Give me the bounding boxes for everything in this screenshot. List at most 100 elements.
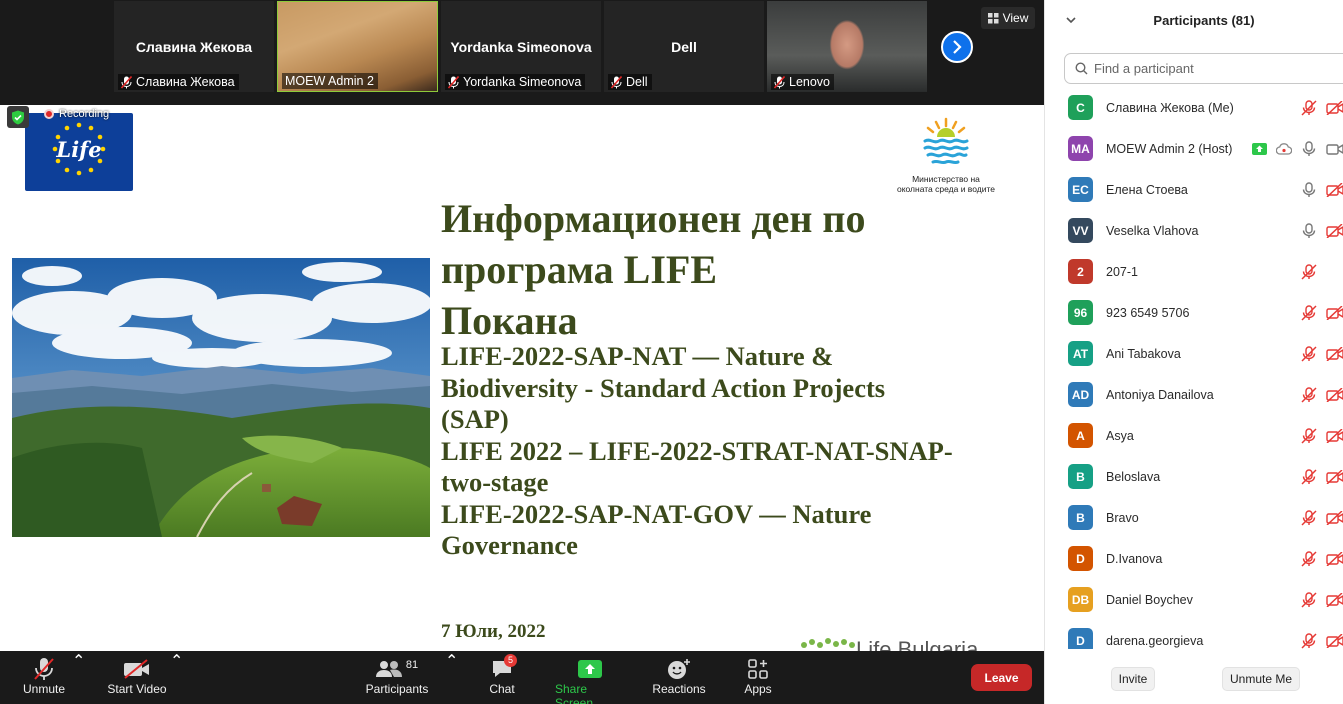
video-tile[interactable]: Славина Жекова Славина Жекова [114, 1, 274, 92]
slide-title-line: програма LIFE [441, 247, 718, 292]
tile-label: Lenovo [771, 74, 835, 90]
participant-row[interactable]: B Bravo [1045, 497, 1343, 538]
ministry-sun-water-icon [923, 117, 969, 165]
mic-muted-icon [1301, 263, 1317, 280]
video-options-caret-icon[interactable]: ⌃ [170, 651, 183, 671]
video-tile-active-speaker[interactable]: MOEW Admin 2 [277, 1, 438, 92]
participant-name: MOEW Admin 2 (Host) [1106, 141, 1233, 156]
video-strip: Славина Жекова Славина Жекова MOEW Admin… [0, 0, 1044, 105]
video-tile[interactable]: Yordanka Simeonova Yordanka Simeonova [441, 1, 601, 92]
video-tile[interactable]: Dell Dell [604, 1, 764, 92]
mic-muted-icon [1301, 427, 1317, 444]
participant-name: D.Ivanova [1106, 551, 1163, 566]
reactions-label: Reactions [652, 682, 706, 696]
recording-dot-icon [44, 109, 54, 119]
apps-button[interactable]: Apps [743, 656, 773, 696]
eu-logo-text: Life [55, 137, 101, 162]
participant-status-icons [1301, 427, 1343, 444]
participants-options-caret-icon[interactable]: ⌃ [445, 651, 458, 671]
unmute-me-button[interactable]: Unmute Me [1222, 667, 1300, 691]
participant-row[interactable]: MA MOEW Admin 2 (Host) [1045, 128, 1343, 169]
participants-label: Participants [365, 682, 429, 696]
participant-row[interactable]: Ddarena.georgieva [1045, 620, 1343, 649]
participant-row[interactable]: A Asya [1045, 415, 1343, 456]
video-off-icon [1326, 223, 1343, 238]
share-screen-label: Share Screen [555, 682, 594, 704]
tile-label-text: Славина Жекова [136, 75, 235, 89]
audio-options-caret-icon[interactable]: ⌃ [72, 651, 85, 671]
participant-search-input[interactable]: Find a participant [1064, 53, 1343, 84]
participant-row[interactable]: VV Veselka Vlahova [1045, 210, 1343, 251]
participant-row[interactable]: 2 207-1 [1045, 251, 1343, 292]
mic-muted-icon [1301, 345, 1317, 362]
invite-button[interactable]: Invite [1111, 667, 1155, 691]
life-bulgaria-logo-text: Life Bulgaria [856, 637, 979, 651]
tile-label: Yordanka Simeonova [445, 74, 586, 90]
participant-row[interactable]: C Славина Жекова (Me) [1045, 87, 1343, 128]
mic-muted-icon [774, 75, 785, 89]
mic-muted-icon [121, 75, 132, 89]
participant-avatar: D [1068, 546, 1093, 571]
participant-avatar: VV [1068, 218, 1093, 243]
video-off-icon [124, 659, 149, 679]
slide-subtitle-line: Biodiversity - Standard Action Projects [441, 372, 886, 403]
mic-muted-icon [1301, 509, 1317, 526]
start-video-button[interactable]: Start Video [107, 656, 167, 696]
mic-icon [1302, 222, 1316, 238]
video-off-icon [1326, 182, 1343, 197]
reactions-button[interactable]: Reactions [652, 656, 706, 696]
unmute-button[interactable]: Unmute [22, 656, 66, 696]
participant-avatar: A [1068, 423, 1093, 448]
participant-name: darena.georgieva [1106, 633, 1204, 648]
participant-status-icons [1301, 345, 1343, 362]
participant-name: Bravo [1106, 510, 1139, 525]
cloud-recording-icon [1276, 142, 1292, 155]
slide-subtitle-line: LIFE-2022-SAP-NAT-GOV — Nature [441, 498, 872, 529]
participants-panel-title: Participants (81) [1153, 13, 1255, 28]
participant-avatar: MA [1068, 136, 1093, 161]
participant-status-icons [1301, 509, 1343, 526]
mic-muted-icon [1301, 468, 1317, 485]
recording-indicator[interactable]: Recording [44, 108, 109, 120]
mic-muted-icon [1301, 304, 1317, 321]
participant-avatar: EC [1068, 177, 1093, 202]
participant-status-icons [1301, 99, 1343, 116]
video-off-icon [1326, 428, 1343, 443]
zoom-meeting-window: Славина Жекова Славина Жекова MOEW Admin… [0, 0, 1343, 704]
start-video-label: Start Video [107, 682, 167, 696]
participant-name: Елена Стоева [1106, 182, 1188, 197]
video-tile[interactable]: Lenovo [767, 1, 927, 92]
video-off-icon [1326, 633, 1343, 648]
participant-row[interactable]: AD Antoniya Danailova [1045, 374, 1343, 415]
mic-muted-icon [611, 75, 622, 89]
participant-status-icons [1301, 632, 1343, 649]
participant-avatar: 96 [1068, 300, 1093, 325]
video-off-icon [1326, 592, 1343, 607]
encryption-shield-icon[interactable] [7, 106, 29, 128]
mic-icon [1302, 140, 1316, 156]
participant-status-icons [1301, 181, 1343, 198]
mic-muted-icon [448, 75, 459, 89]
participant-row[interactable]: B Beloslava [1045, 456, 1343, 497]
tile-label: Славина Жекова [118, 74, 239, 90]
video-off-icon [1326, 346, 1343, 361]
mic-muted-icon [1301, 99, 1317, 116]
participant-row[interactable]: AT Ani Tabakova [1045, 333, 1343, 374]
view-button[interactable]: View [981, 7, 1035, 29]
slide-title-line: Покана [441, 298, 578, 343]
tile-label-text: Dell [626, 75, 648, 89]
apps-icon [748, 659, 768, 679]
participant-row[interactable]: D D.Ivanova [1045, 538, 1343, 579]
participant-row[interactable]: 96 923 6549 5706 [1045, 292, 1343, 333]
video-off-icon [1326, 305, 1343, 320]
share-screen-button[interactable]: Share Screen [555, 656, 625, 704]
participant-row[interactable]: DB Daniel Boychev [1045, 579, 1343, 620]
grid-icon [987, 12, 999, 23]
mic-muted-icon [1301, 632, 1317, 649]
leave-button[interactable]: Leave [971, 664, 1032, 691]
next-page-button[interactable] [941, 31, 973, 63]
participant-row[interactable]: EC Елена Стоева [1045, 169, 1343, 210]
participant-avatar: C [1068, 95, 1093, 120]
participants-button[interactable]: 81 Participants [365, 656, 429, 696]
participant-name: Antoniya Danailova [1106, 387, 1214, 402]
